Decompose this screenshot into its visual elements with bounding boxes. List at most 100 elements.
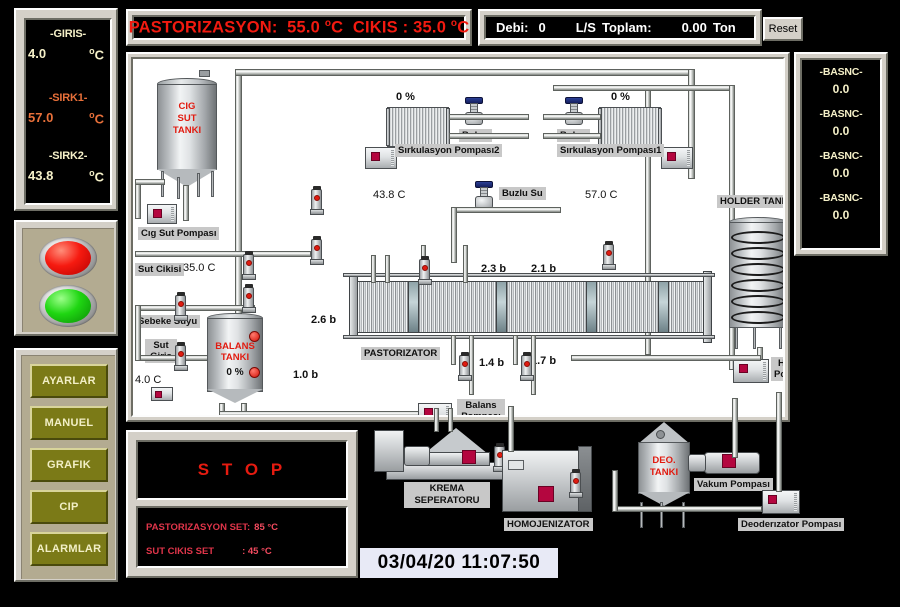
milk-inlet-label-1: Sut bbox=[153, 340, 169, 351]
machine-state-display: S T O P bbox=[136, 440, 348, 500]
pipe-pasto-top-2 bbox=[385, 255, 390, 283]
valve-handle-icon bbox=[422, 265, 428, 271]
datetime-display: 03/04/20 11:07:50 bbox=[360, 548, 558, 578]
nav-button-ayarlar[interactable]: AYARLAR bbox=[30, 364, 108, 398]
nav-button-alarmlar[interactable]: ALARMLAR bbox=[30, 532, 108, 566]
flow-value: 0 bbox=[538, 20, 546, 35]
balance-tank-label-1: BALANS bbox=[215, 341, 255, 352]
valve-cap-icon bbox=[572, 469, 580, 473]
pipe-pasto-top-4 bbox=[463, 245, 468, 283]
valve-open-readout-1: 0 % bbox=[611, 91, 630, 103]
valve-milk-inlet[interactable] bbox=[174, 342, 188, 371]
raw-milk-tank-label-3: TANKI bbox=[172, 125, 202, 136]
valve-holder-feed[interactable] bbox=[602, 241, 616, 270]
separator-control-cabinet[interactable] bbox=[374, 430, 404, 472]
circulation-pump-1-label: Sırkulasyon Pompası1 bbox=[557, 144, 665, 157]
outlet-value: 35.0 bbox=[413, 18, 447, 37]
valve-pasto-out-1[interactable] bbox=[458, 352, 472, 381]
pasteurizer-section-divider-3 bbox=[586, 282, 597, 332]
nav-button-grafik[interactable]: GRAFIK bbox=[30, 448, 108, 482]
valve-cap-icon bbox=[461, 352, 469, 356]
valve-base-icon bbox=[569, 492, 583, 498]
deodorizer-pump-fins bbox=[794, 493, 797, 511]
status-panel-frame: S T O P PASTORIZASYON SET: 85 °C SUT CIKI… bbox=[126, 430, 358, 578]
valve-handle-icon bbox=[178, 301, 184, 307]
raw-milk-tank-body: CIG SUT TANKI bbox=[157, 84, 217, 170]
pipe-raw-milk-outlet bbox=[183, 185, 189, 221]
holder-tank-leg-3 bbox=[779, 327, 782, 349]
nav-button-manuel[interactable]: MANUEL bbox=[30, 406, 108, 440]
pasteurizer-plate-pack bbox=[357, 281, 707, 333]
valve-pasto-in-1[interactable] bbox=[418, 256, 432, 285]
deodorizer-pump-motor[interactable] bbox=[762, 490, 800, 514]
pipe-separator-in-1 bbox=[434, 408, 439, 432]
setpoint-value-pasteurization: 85 °C bbox=[254, 522, 279, 533]
pasteurization-unit: C bbox=[331, 18, 344, 37]
pipe-steam-1-out bbox=[543, 133, 601, 139]
valve-pasto-out-2[interactable] bbox=[520, 352, 534, 381]
pressure-display: -BASNC- 0.0 -BASNC- 0.0 -BASNC- 0.0 -BAS… bbox=[800, 58, 882, 250]
valve-handle-icon bbox=[246, 260, 252, 266]
total-value: 0.00 bbox=[681, 20, 707, 35]
raw-milk-pump-motor[interactable] bbox=[147, 204, 177, 224]
raw-milk-tank-leg-4 bbox=[211, 171, 214, 197]
stop-lamp-indicator[interactable] bbox=[39, 237, 97, 279]
basnc-value-3: 0.0 bbox=[832, 166, 850, 180]
pipe-horizontal-upper-mid bbox=[553, 85, 733, 91]
holder-coil-4 bbox=[731, 279, 783, 292]
balance-tank-level-switch-high-icon bbox=[249, 331, 260, 342]
balance-tank-cone bbox=[207, 389, 263, 403]
pipe-pasto-top-1 bbox=[371, 255, 376, 283]
nav-button-cip[interactable]: CIP bbox=[30, 490, 108, 524]
holder-tank-leg-2 bbox=[753, 327, 756, 349]
valve-base-icon bbox=[242, 307, 256, 313]
valve-upper-mid-left[interactable] bbox=[310, 236, 324, 265]
valve-homogenizer-out[interactable] bbox=[569, 469, 583, 498]
steam-control-valve-2[interactable] bbox=[463, 97, 485, 127]
flow-display: Debi: 0 L/S Toplam: 0.00 Ton bbox=[484, 15, 756, 40]
valve-handle-icon bbox=[573, 478, 579, 484]
setpoint-label-pasteurization: PASTORIZASYON SET: bbox=[146, 522, 251, 533]
valve-base-icon bbox=[174, 315, 188, 321]
pipe-deo-riser bbox=[612, 470, 618, 512]
pipe-iced-water-down bbox=[451, 207, 457, 263]
pipe-homogenizer-in bbox=[508, 406, 514, 452]
valve-handle-icon bbox=[178, 351, 184, 357]
pasteurizer-section-divider-2 bbox=[496, 282, 507, 332]
valve-network-water[interactable] bbox=[174, 292, 188, 321]
raw-milk-tank-label-2: SUT bbox=[177, 113, 197, 124]
valve-milk-outlet[interactable] bbox=[242, 251, 256, 280]
raw-milk-tank-label-1: CIG bbox=[178, 101, 196, 112]
pipe-separator-in-2 bbox=[448, 408, 453, 432]
valve-cap-icon bbox=[177, 342, 185, 346]
left-sidebar: -GIRIS- 4.0 oC -SIRK1- 57.0 oC -SIRK2- 4… bbox=[14, 8, 118, 582]
network-water-label: Sebeke Suyu bbox=[135, 315, 201, 328]
circulation-pump-2-motor[interactable] bbox=[365, 147, 397, 169]
basnc-label-2: -BASNC- bbox=[819, 108, 863, 120]
valve-mid-left[interactable] bbox=[242, 284, 256, 313]
pipe-steam-2-in bbox=[449, 114, 529, 120]
flow-label: Debi: bbox=[496, 20, 529, 35]
valve-base-icon bbox=[520, 375, 534, 381]
holder-pump-motor[interactable] bbox=[733, 359, 769, 383]
steam-control-valve-1[interactable] bbox=[563, 97, 585, 127]
pipe-milk-outlet-h bbox=[135, 251, 311, 257]
circulation-pump-1-motor[interactable] bbox=[661, 147, 693, 169]
balance-tank-label-2: TANKI bbox=[220, 352, 250, 363]
pipe-pasto-bottom-3 bbox=[513, 335, 518, 365]
run-lamp-indicator[interactable] bbox=[39, 285, 97, 327]
lamp-inner-plate bbox=[22, 228, 114, 332]
separator-bowl-body bbox=[422, 452, 490, 466]
pipe-pasto-bottom-1 bbox=[451, 335, 456, 365]
reset-button[interactable]: Reset bbox=[763, 17, 803, 41]
setpoint-value-milk-outlet: : 45 °C bbox=[242, 546, 272, 557]
vacuum-pump-motor bbox=[688, 454, 706, 472]
separator-label-2: SEPERATORU bbox=[414, 495, 480, 506]
inlet-booster-pump[interactable] bbox=[151, 387, 173, 401]
machine-state-text: S T O P bbox=[197, 460, 287, 479]
pasteurizer-top-rail bbox=[343, 273, 715, 277]
pasteurizer-section-divider-4 bbox=[658, 282, 669, 332]
outlet-unit: C bbox=[457, 18, 470, 37]
valve-upper-left[interactable] bbox=[310, 186, 324, 215]
pasteurization-value: 55.0 bbox=[287, 18, 321, 37]
